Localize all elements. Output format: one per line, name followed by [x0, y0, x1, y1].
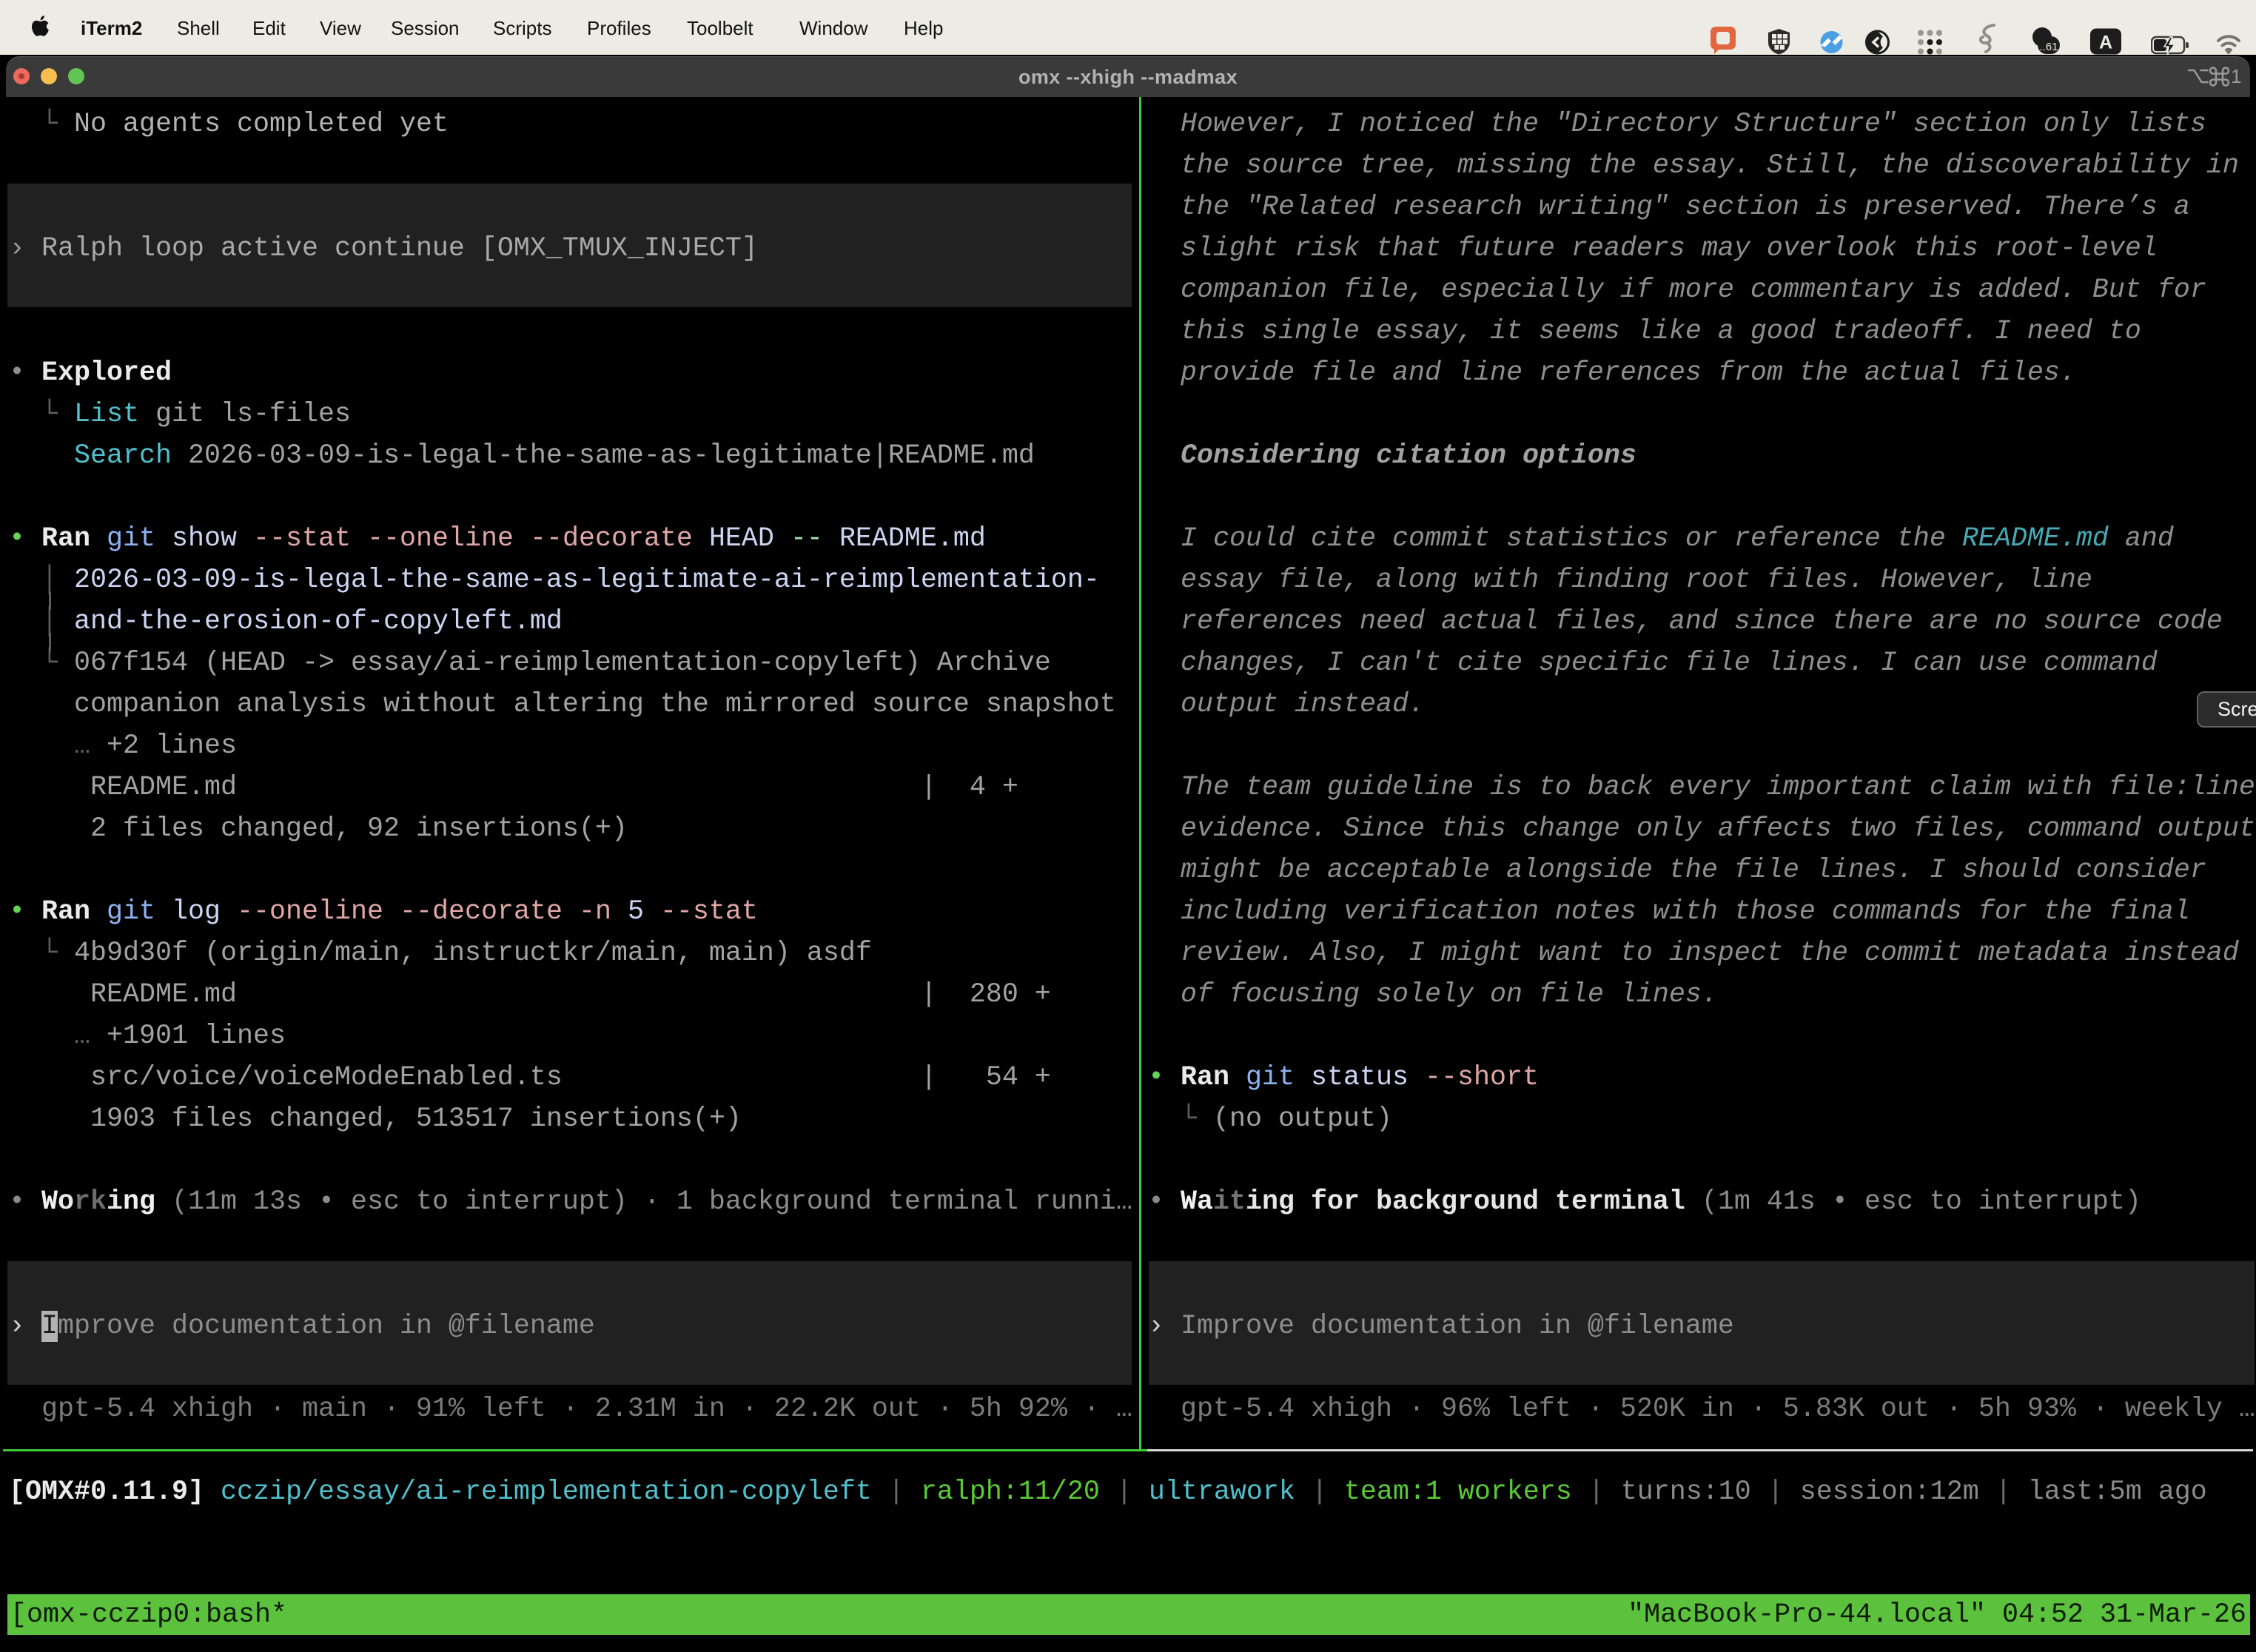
svg-text:..61: ..61 [2039, 41, 2058, 53]
svg-text:1: 1 [2231, 65, 2241, 87]
svg-text:A: A [2099, 33, 2112, 53]
